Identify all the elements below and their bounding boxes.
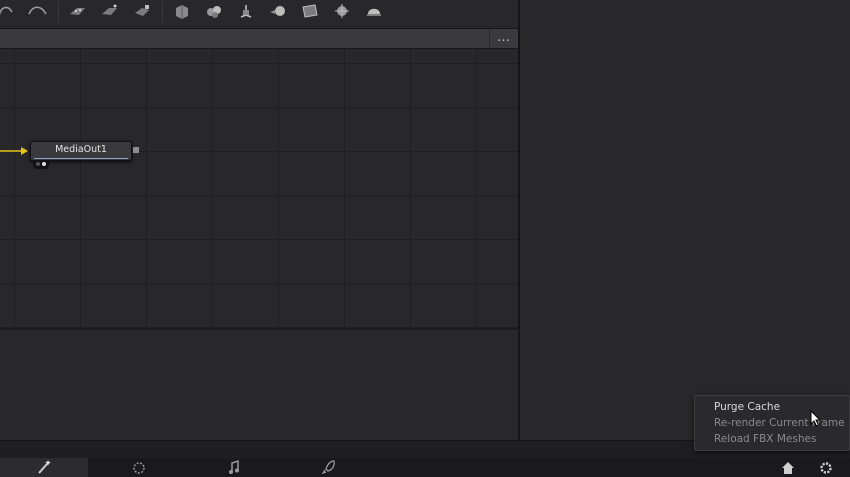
node-view-buttons bbox=[33, 160, 49, 169]
view-left-icon[interactable] bbox=[36, 162, 40, 166]
spline-panel bbox=[0, 329, 518, 440]
merge3d-icon[interactable] bbox=[202, 0, 226, 22]
renderer3d-icon[interactable] bbox=[330, 0, 354, 22]
fusion-wand-icon bbox=[38, 460, 51, 474]
page-tab-bar bbox=[0, 458, 850, 477]
node-label: MediaOut1 bbox=[55, 144, 107, 155]
menu-item-purge-cache[interactable]: Purge Cache bbox=[714, 400, 780, 414]
spline-curve-icon[interactable] bbox=[0, 0, 18, 22]
shape3d-icon[interactable] bbox=[170, 0, 194, 22]
mask-curve-icon[interactable] bbox=[26, 0, 50, 22]
node-path-bar: … bbox=[0, 29, 518, 49]
tab-fusion[interactable] bbox=[0, 458, 88, 477]
mediaout-node[interactable]: MediaOut1 bbox=[30, 141, 132, 161]
image-plane3d-icon[interactable] bbox=[298, 0, 322, 22]
color-wheel-icon bbox=[133, 462, 145, 474]
particle-brush-icon[interactable] bbox=[130, 0, 154, 22]
camera3d-icon[interactable] bbox=[266, 0, 290, 22]
music-note-icon bbox=[229, 459, 239, 474]
rocket-icon bbox=[321, 460, 335, 474]
transform3d-icon[interactable] bbox=[234, 0, 258, 22]
more-options-button[interactable]: … bbox=[490, 29, 518, 48]
node-output-port[interactable] bbox=[133, 147, 139, 153]
particle-render-icon[interactable] bbox=[98, 0, 122, 22]
toolbar-separator bbox=[162, 2, 163, 22]
home-button[interactable] bbox=[778, 458, 798, 477]
tab-fairlight[interactable] bbox=[190, 458, 278, 477]
fusion-toolbar bbox=[0, 0, 518, 29]
node-underline bbox=[34, 158, 128, 159]
home-icon bbox=[782, 462, 794, 474]
settings-button[interactable] bbox=[816, 458, 836, 477]
gear-icon bbox=[820, 462, 832, 474]
tab-color[interactable] bbox=[95, 458, 183, 477]
tab-deliver[interactable] bbox=[285, 458, 373, 477]
spotlight-icon[interactable] bbox=[362, 0, 386, 22]
mouse-cursor-icon bbox=[810, 410, 822, 427]
context-menu: Purge Cache Re-render Current Frame Relo… bbox=[694, 395, 850, 451]
menu-item-rerender-frame[interactable]: Re-render Current Frame bbox=[714, 416, 845, 430]
menu-item-reload-fbx[interactable]: Reload FBX Meshes bbox=[714, 432, 816, 446]
inspector-panel bbox=[520, 0, 850, 440]
node-graph[interactable]: MediaOut1 bbox=[0, 49, 518, 328]
view-right-icon[interactable] bbox=[42, 162, 46, 166]
particle-emitter-icon[interactable] bbox=[66, 0, 90, 22]
toolbar-separator bbox=[58, 2, 59, 22]
